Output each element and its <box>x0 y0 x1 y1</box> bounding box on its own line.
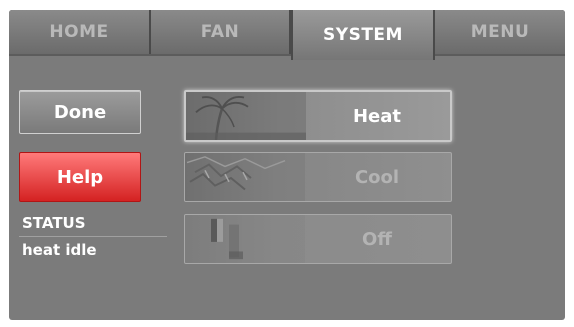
status-divider <box>19 236 167 237</box>
heat-mode-label: Heat <box>352 105 402 127</box>
cool-mode-button[interactable]: Cool <box>184 152 452 202</box>
tab-fan[interactable]: FAN <box>151 10 291 54</box>
window-shade-icon <box>185 215 305 263</box>
tab-menu-label: MENU <box>470 22 530 42</box>
tab-bar: HOME FAN SYSTEM MENU <box>9 10 565 60</box>
tab-home-label: HOME <box>49 22 109 42</box>
done-button[interactable]: Done <box>19 90 141 134</box>
tab-menu[interactable]: MENU <box>435 10 565 54</box>
thermostat-screen: HOME FAN SYSTEM MENU Done Help STATUS he… <box>9 10 565 320</box>
status-value: heat idle <box>22 241 97 259</box>
tab-system-label: SYSTEM <box>323 25 403 45</box>
cool-mode-label: Cool <box>354 166 400 188</box>
off-mode-button[interactable]: Off <box>184 214 452 264</box>
help-button[interactable]: Help <box>19 152 141 202</box>
done-button-label: Done <box>53 101 107 123</box>
heat-mode-button[interactable]: Heat <box>184 90 452 142</box>
tab-fan-label: FAN <box>200 22 240 42</box>
help-button-label: Help <box>56 166 104 188</box>
off-mode-label: Off <box>362 228 392 250</box>
palm-tree-icon <box>186 92 306 140</box>
snowy-pine-icon <box>185 153 305 201</box>
tab-home[interactable]: HOME <box>9 10 151 54</box>
tab-system[interactable]: SYSTEM <box>291 10 435 60</box>
status-title: STATUS <box>22 214 86 232</box>
